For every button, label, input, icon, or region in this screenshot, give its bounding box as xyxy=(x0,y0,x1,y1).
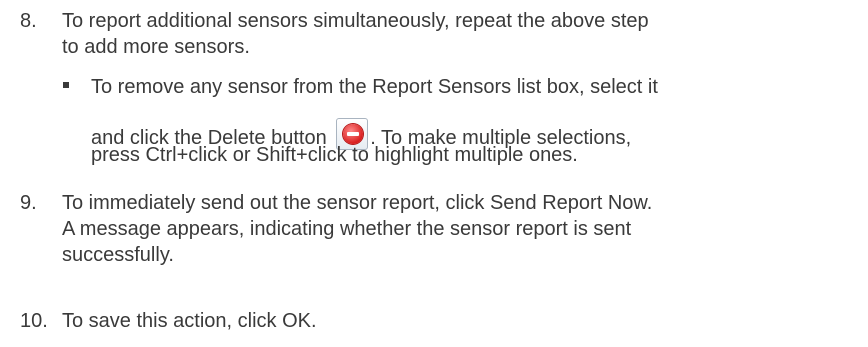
step-text-line: successfully. xyxy=(62,244,174,266)
step-number: 8. xyxy=(20,10,37,32)
bullet-text-line: To remove any sensor from the Report Sen… xyxy=(91,76,658,98)
step-number: 10. xyxy=(20,310,48,332)
step-text-line: To save this action, click OK. xyxy=(62,310,317,332)
bullet-marker xyxy=(63,82,69,88)
step-text-line: To immediately send out the sensor repor… xyxy=(62,192,653,214)
delete-minus-bar xyxy=(347,132,360,136)
step-text-line: A message appears, indicating whether th… xyxy=(62,218,632,240)
step-text-line: to add more sensors. xyxy=(62,36,250,58)
bullet-text-line: press Ctrl+click or Shift+click to highl… xyxy=(91,144,578,166)
step-number: 9. xyxy=(20,192,37,214)
step-text-line: To report additional sensors simultaneou… xyxy=(62,10,649,32)
